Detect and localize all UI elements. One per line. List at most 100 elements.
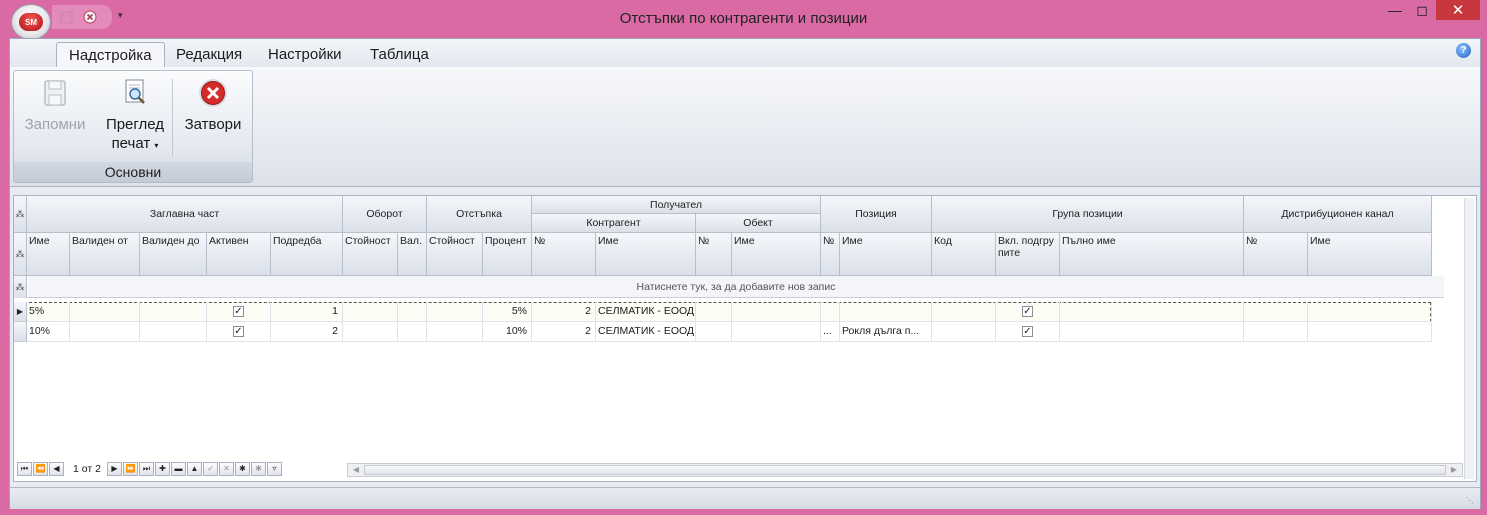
print-preview-button[interactable]: Преглед печат ▾ [100,77,170,155]
cell-order[interactable]: 2 [271,322,343,342]
col-header-discount-value[interactable]: Стойност [427,233,483,276]
first-page-icon[interactable]: ⏮ [17,462,32,476]
col-header-valid-to[interactable]: Валиден до [140,233,207,276]
refresh-icon[interactable]: ✱ [234,462,250,476]
cell-percent[interactable]: 10% [483,322,532,342]
cell-position-no[interactable] [821,302,840,322]
band-recipient[interactable]: Получател [532,196,821,214]
cell-currency[interactable] [398,302,427,322]
end-edit-icon[interactable]: ✓ [202,462,218,476]
cell-include-subgroups[interactable]: ✓ [996,302,1060,322]
col-header-currency[interactable]: Вал. [398,233,427,276]
minimize-button[interactable]: — [1380,0,1410,20]
col-header-order[interactable]: Подредба [271,233,343,276]
active-checkbox[interactable]: ✓ [233,326,244,337]
cell-order[interactable]: 1 [271,302,343,322]
cell-discount-value[interactable] [427,322,483,342]
cell-position-name[interactable] [840,302,932,322]
col-header-turnover-value[interactable]: Стойност [343,233,398,276]
band-position[interactable]: Позиция [821,196,932,233]
scroll-left-icon[interactable]: ◀ [349,464,363,476]
cell-include-subgroups[interactable]: ✓ [996,322,1060,342]
last-page-icon[interactable]: ⏭ [138,462,154,476]
table-row[interactable]: ▶ 5% ✓ 1 5% 2 СЕЛМАТИК - ЕООД ✓ [14,302,1432,322]
band-channel[interactable]: Дистрибуционен канал [1244,196,1432,233]
include-subgroups-checkbox[interactable]: ✓ [1022,326,1033,337]
save-bookmark-icon[interactable]: ✱ [250,462,266,476]
col-header-percent[interactable]: Процент [483,233,532,276]
cell-valid-to[interactable] [140,302,207,322]
band-discount[interactable]: Отстъпка [427,196,532,233]
cell-code[interactable] [932,322,996,342]
cell-counterparty-name[interactable]: СЕЛМАТИК - ЕООД [596,302,696,322]
cell-valid-from[interactable] [70,302,140,322]
next-record-icon[interactable]: ▶ [106,462,122,476]
cell-active[interactable]: ✓ [207,302,271,322]
col-header-active[interactable]: Активен [207,233,271,276]
tab-nastroyki[interactable]: Настройки [256,42,354,68]
cell-valid-to[interactable] [140,322,207,342]
cell-counterparty-no[interactable]: 2 [532,302,596,322]
cell-counterparty-name[interactable]: СЕЛМАТИК - ЕООД [596,322,696,342]
prev-page-icon[interactable]: ⏪ [33,462,48,476]
vertical-scrollbar[interactable] [1464,198,1474,479]
band-object[interactable]: Обект [696,214,821,233]
col-header-position-name[interactable]: Име [840,233,932,276]
cell-channel-name[interactable] [1308,322,1432,342]
next-page-icon[interactable]: ⏩ [122,462,138,476]
cell-channel-no[interactable] [1244,322,1308,342]
new-row-prompt[interactable]: Натиснете тук, за да добавите нов запис [28,276,1444,298]
col-header-channel-name[interactable]: Име [1308,233,1432,276]
table-row[interactable]: 10% ✓ 2 10% 2 СЕЛМАТИК - ЕООД ... Рокля … [14,322,1432,342]
cancel-edit-icon[interactable]: ✕ [218,462,234,476]
resize-grip-icon[interactable]: ⋱ [1466,496,1476,506]
band-header[interactable]: Заглавна част [27,196,343,233]
col-header-code[interactable]: Код [932,233,996,276]
band-counterparty[interactable]: Контрагент [532,214,696,233]
cell-active[interactable]: ✓ [207,322,271,342]
col-header-full-name[interactable]: Пълно име [1060,233,1244,276]
cell-object-name[interactable] [732,322,821,342]
col-header-object-name[interactable]: Име [732,233,821,276]
tab-nadstroyka[interactable]: Надстройка [56,42,165,68]
cell-currency[interactable] [398,322,427,342]
cell-position-no[interactable]: ... [821,322,840,342]
delete-icon[interactable]: ▬ [170,462,186,476]
col-header-object-no[interactable]: № [696,233,732,276]
cell-full-name[interactable] [1060,322,1244,342]
cell-object-name[interactable] [732,302,821,322]
cell-turnover-value[interactable] [343,302,398,322]
include-subgroups-checkbox[interactable]: ✓ [1022,306,1033,317]
help-icon[interactable]: ? [1456,43,1471,58]
tab-tablitsa[interactable]: Таблица [358,42,441,68]
cell-object-no[interactable] [696,302,732,322]
col-header-valid-from[interactable]: Валиден от [70,233,140,276]
band-turnover[interactable]: Оборот [343,196,427,233]
scroll-thumb[interactable] [364,465,1446,475]
cell-position-name[interactable]: Рокля дълга п... [840,322,932,342]
band-position-group[interactable]: Група позиции [932,196,1244,233]
cell-name[interactable]: 5% [27,302,70,322]
col-header-counterparty-no[interactable]: № [532,233,596,276]
cell-channel-name[interactable] [1308,302,1432,322]
horizontal-scrollbar[interactable]: ◀ ▶ [347,463,1463,477]
append-icon[interactable]: ✚ [154,462,170,476]
cell-code[interactable] [932,302,996,322]
close-window-button[interactable]: ✕ [1436,0,1480,20]
cell-discount-value[interactable] [427,302,483,322]
edit-icon[interactable]: ▲ [186,462,202,476]
cell-channel-no[interactable] [1244,302,1308,322]
prev-record-icon[interactable]: ◀ [49,462,64,476]
cell-object-no[interactable] [696,322,732,342]
cell-full-name[interactable] [1060,302,1244,322]
save-button[interactable]: Запомни [22,77,88,134]
active-checkbox[interactable]: ✓ [233,306,244,317]
filter-icon[interactable]: ▿ [266,462,282,476]
close-button[interactable]: Затвори [180,77,246,134]
col-header-include-subgroups[interactable]: Вкл. подгрупите [996,233,1060,276]
cell-name[interactable]: 10% [27,322,70,342]
cell-percent[interactable]: 5% [483,302,532,322]
scroll-right-icon[interactable]: ▶ [1447,464,1461,476]
cell-valid-from[interactable] [70,322,140,342]
cell-turnover-value[interactable] [343,322,398,342]
